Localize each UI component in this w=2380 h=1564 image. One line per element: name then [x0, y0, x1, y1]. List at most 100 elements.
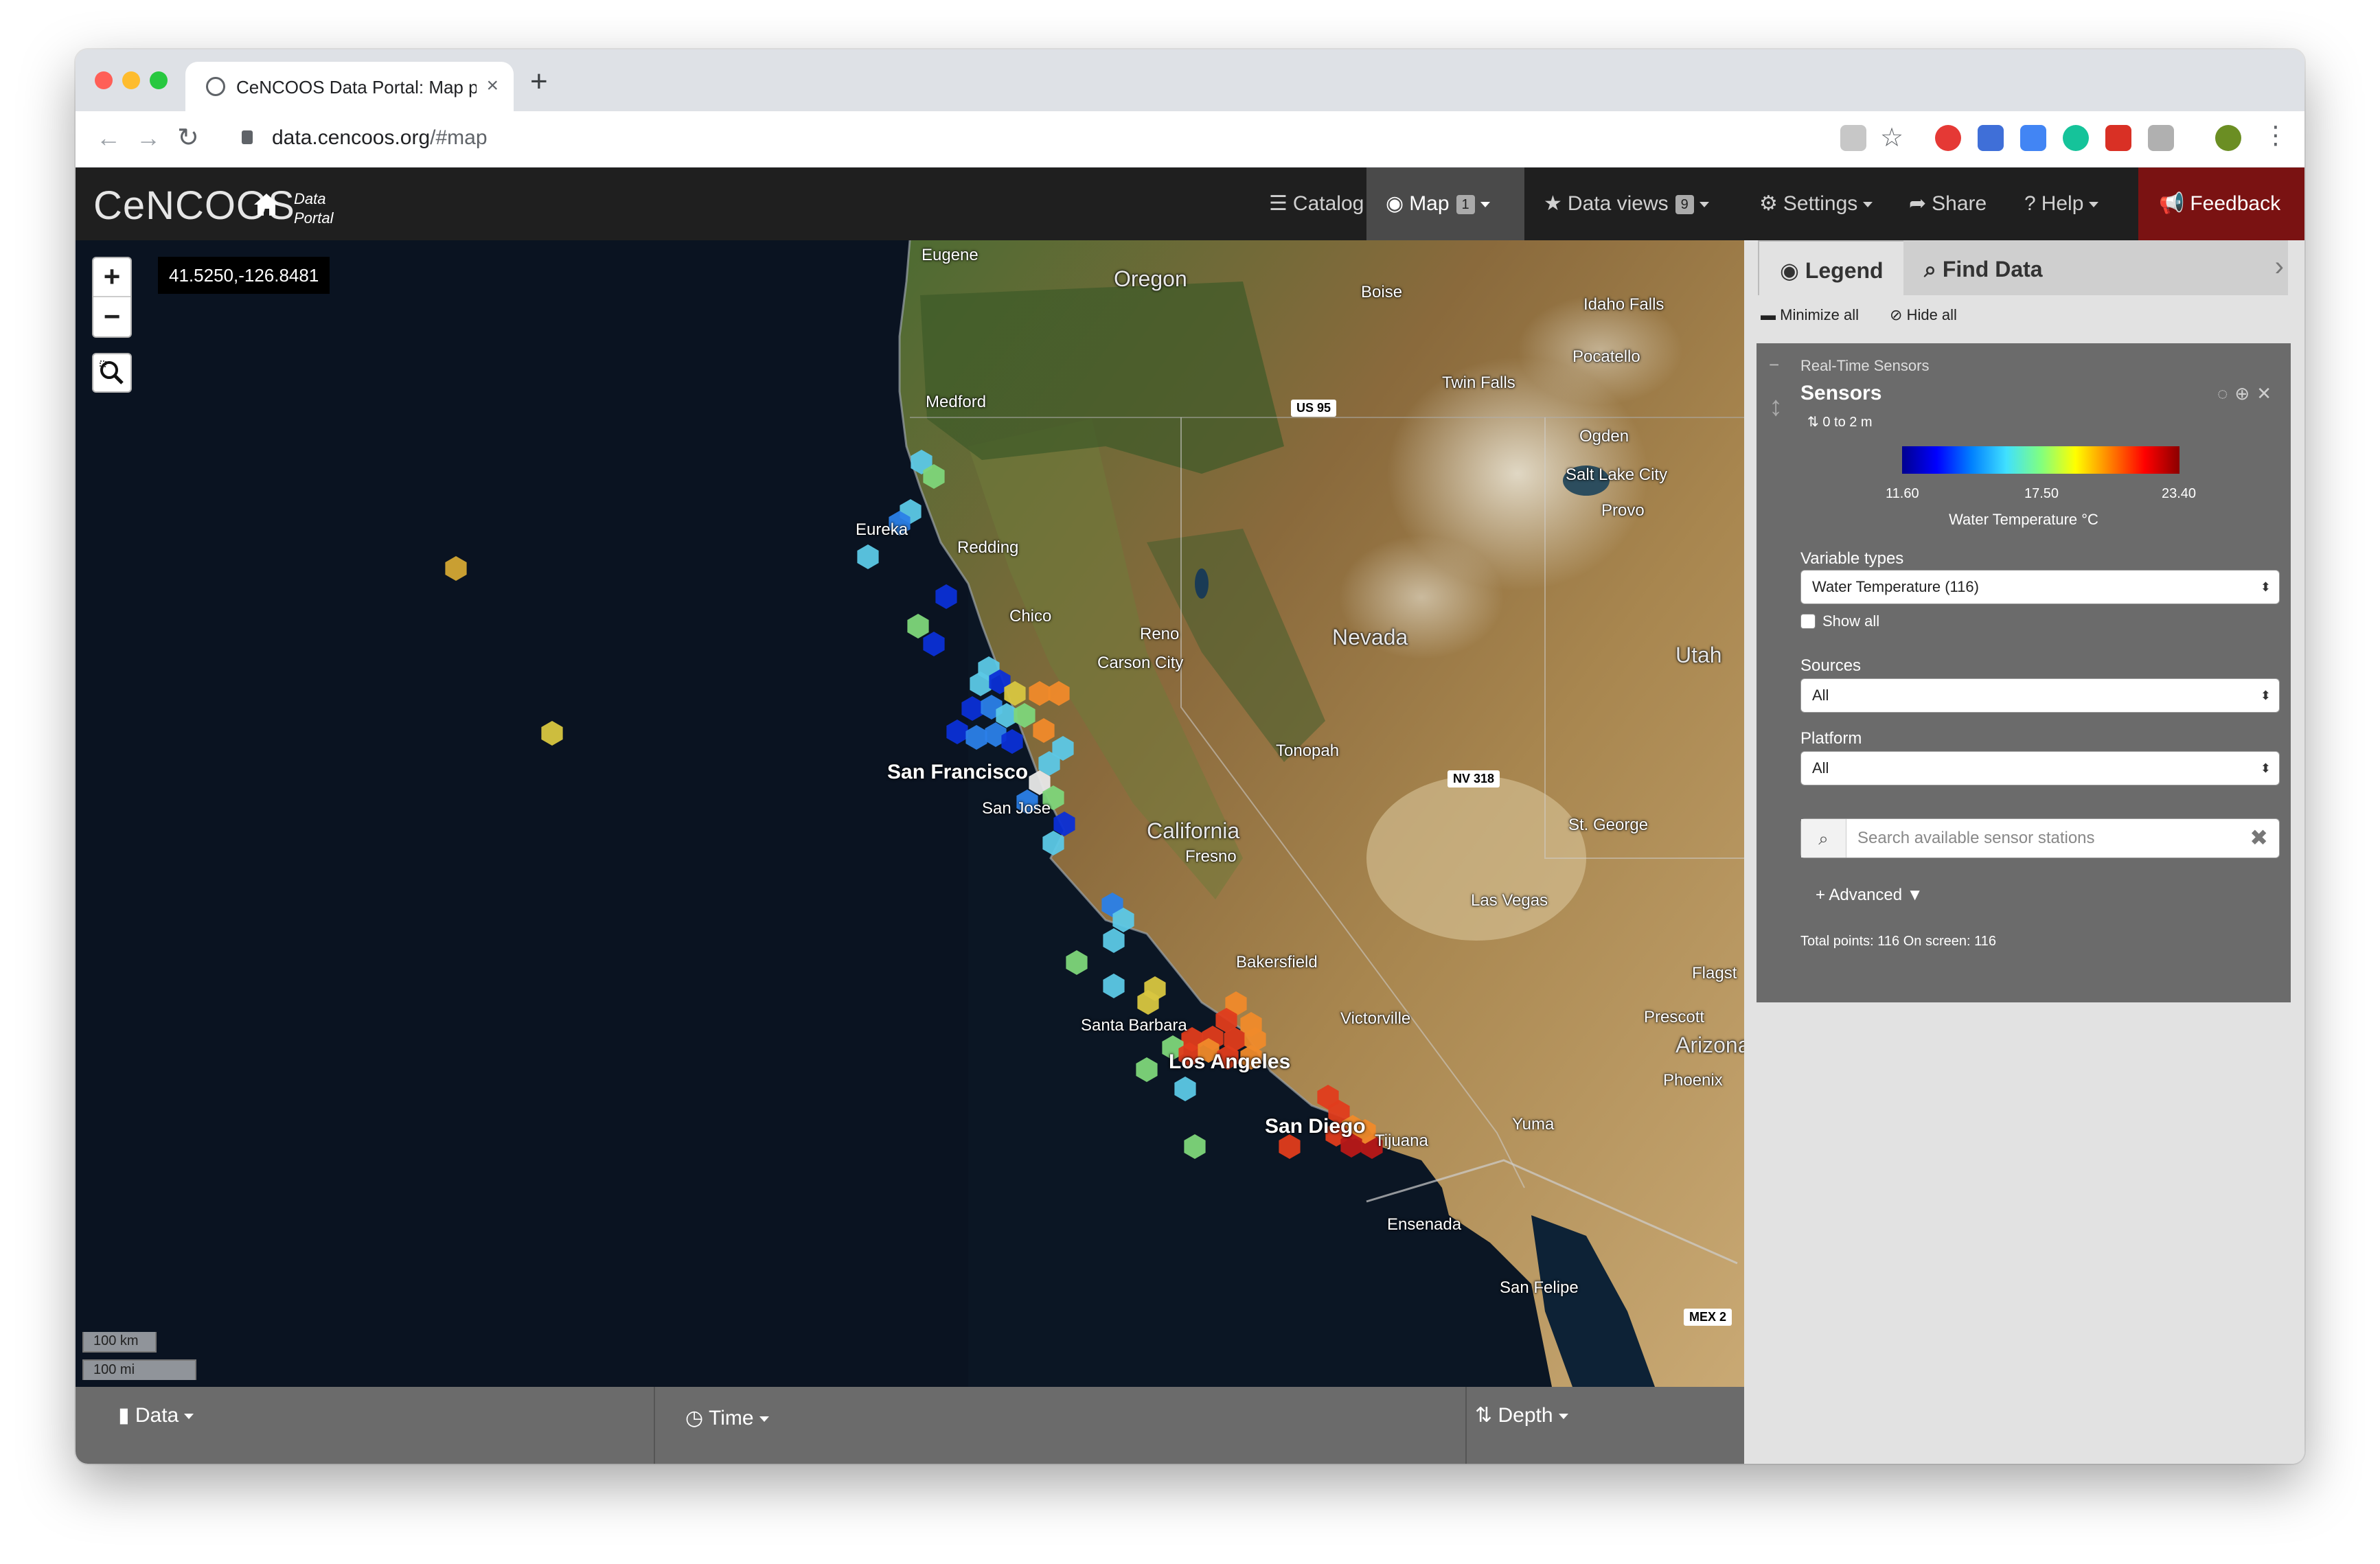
kebab-menu-icon[interactable]: ⋮	[2263, 121, 2288, 150]
map-label-fresno: Fresno	[1185, 847, 1237, 866]
sensor-hexagon[interactable]	[923, 632, 945, 656]
sensor-hexagon[interactable]	[1053, 812, 1075, 836]
extension-opera-icon[interactable]	[1935, 125, 1961, 151]
scale-bar-mi: 100 mi	[82, 1359, 196, 1380]
reload-icon[interactable]: ↻	[177, 122, 199, 153]
extension-google-translate-icon[interactable]	[2020, 125, 2046, 151]
hide-all-button[interactable]: ⊘ Hide all	[1890, 306, 1957, 324]
data-dropdown-label: Data	[135, 1404, 179, 1427]
sensor-hexagon[interactable]	[857, 544, 879, 569]
nav-catalog[interactable]: ☰ Catalog	[1257, 168, 1376, 240]
minimize-all-button[interactable]: ▬ Minimize all	[1761, 306, 1859, 324]
sensor-hexagon[interactable]	[1066, 950, 1088, 975]
nav-share[interactable]: ➦ Share	[1897, 168, 1999, 240]
clear-icon[interactable]: ✖	[2250, 825, 2268, 851]
bookmark-star-icon[interactable]: ☆	[1880, 122, 1903, 153]
nav-settings-label: Settings	[1783, 192, 1858, 215]
lock-icon[interactable]	[242, 130, 253, 144]
minimize-all-label: Minimize all	[1780, 306, 1860, 323]
maximize-window-button[interactable]	[150, 71, 168, 89]
platform-select[interactable]: All ⬍	[1800, 751, 2280, 785]
zoom-to-layer-icon[interactable]: ⊕	[2234, 383, 2256, 404]
remove-layer-icon[interactable]: ✕	[2256, 383, 2278, 404]
extension-translate-icon[interactable]	[1840, 125, 1866, 151]
zoom-out-button[interactable]: −	[93, 298, 130, 337]
map-label-california: California	[1147, 818, 1240, 843]
depth-selector[interactable]: ⇅ Depth	[1467, 1387, 1744, 1464]
sensor-hexagon[interactable]	[541, 721, 563, 746]
data-selector[interactable]: ▮ Data	[76, 1387, 655, 1464]
sensor-hexagon[interactable]	[1103, 974, 1125, 998]
nav-data-views[interactable]: ★ Data views 9	[1531, 168, 1721, 240]
sensor-hexagon[interactable]	[1033, 718, 1055, 743]
nav-help[interactable]: ? Help	[2012, 168, 2111, 240]
data-views-count-badge: 9	[1675, 195, 1694, 215]
sensor-search-input[interactable]	[1857, 819, 2242, 858]
feedback-button[interactable]: 📢 Feedback	[2138, 168, 2304, 240]
temperature-colorbar	[1902, 446, 2179, 474]
extension-generic-icon[interactable]	[2148, 125, 2174, 151]
zoom-to-area-button[interactable]	[92, 353, 132, 393]
globe-icon	[206, 77, 225, 96]
browser-tab[interactable]: CeNCOOS Data Portal: Map po ×	[185, 62, 514, 111]
depth-range-text: 0 to 2 m	[1822, 415, 1873, 430]
nav-map[interactable]: ◉ Map 1	[1366, 168, 1524, 240]
new-tab-button[interactable]: +	[530, 65, 548, 99]
home-icon[interactable]	[253, 192, 280, 217]
url-field[interactable]: data.cencoos.org/#map	[272, 126, 488, 150]
extension-grammarly-icon[interactable]	[2063, 125, 2089, 151]
back-arrow-icon[interactable]: ←	[96, 124, 121, 152]
extension-lastpass-icon[interactable]	[2105, 125, 2131, 151]
sensor-hexagon[interactable]	[1184, 1134, 1206, 1159]
sensor-hexagon[interactable]	[965, 725, 987, 750]
legend-depth-range: ⇅ 0 to 2 m	[1807, 413, 1873, 430]
chevron-down-icon	[1699, 202, 1709, 208]
chevron-right-icon[interactable]: ›	[2275, 251, 2284, 282]
sensor-hexagon[interactable]	[1103, 928, 1125, 953]
sensor-hexagon-layer[interactable]	[76, 240, 1744, 1387]
depth-dropdown-label: Depth	[1498, 1404, 1553, 1427]
sensor-hexagon[interactable]	[445, 556, 467, 581]
sensor-hexagon[interactable]	[1048, 681, 1070, 706]
map-label-st-george: St. George	[1568, 816, 1649, 834]
search-icon[interactable]: ⌕	[1801, 819, 1846, 858]
star-icon: ★	[1544, 192, 1562, 215]
map-canvas[interactable]: Eugene Oregon Boise Idaho Falls Pocatell…	[76, 240, 1744, 1387]
map-count-badge: 1	[1456, 195, 1475, 215]
sensor-hexagon[interactable]	[961, 696, 983, 721]
drag-handle-icon[interactable]: ↕	[1769, 391, 1783, 422]
show-all-checkbox[interactable]	[1800, 614, 1816, 629]
tab-legend[interactable]: ◉ Legend	[1758, 240, 1906, 295]
sensor-hexagon[interactable]	[1029, 681, 1051, 706]
minimize-window-button[interactable]	[122, 71, 140, 89]
collapse-icon[interactable]: −	[1769, 354, 1779, 376]
nav-settings[interactable]: ⚙ Settings	[1747, 168, 1885, 240]
zoom-in-button[interactable]: +	[93, 258, 130, 297]
sources-select[interactable]: All ⬍	[1800, 678, 2280, 713]
sensor-hexagon[interactable]	[1136, 1057, 1158, 1082]
hide-layer-icon[interactable]: ◌	[2217, 383, 2234, 404]
close-window-button[interactable]	[95, 71, 113, 89]
depth-dropdown[interactable]: ⇅ Depth	[1475, 1403, 1568, 1427]
sensor-hexagon[interactable]	[946, 720, 968, 744]
highway-shield-mex2: MEX 2	[1684, 1309, 1732, 1326]
variable-types-select[interactable]: Water Temperature (116) ⬍	[1800, 570, 2280, 604]
extension-cap-icon[interactable]	[1978, 125, 2004, 151]
sensor-hexagon[interactable]	[935, 584, 957, 609]
url-path: /#map	[430, 126, 488, 149]
tab-close-icon[interactable]: ×	[486, 74, 499, 97]
tab-find-data[interactable]: ⌕ Find Data	[1903, 240, 2288, 295]
sensor-hexagon[interactable]	[1014, 703, 1035, 728]
time-dropdown[interactable]: ◷ Time	[685, 1406, 769, 1430]
data-dropdown[interactable]: ▮ Data	[118, 1403, 194, 1427]
sensor-hexagon[interactable]	[907, 614, 929, 639]
advanced-filter-button[interactable]: + Advanced ▼	[1816, 886, 1923, 905]
time-selector[interactable]: ◷ Time	[655, 1387, 1467, 1464]
sensor-hexagon[interactable]	[1174, 1077, 1196, 1101]
tab-find-data-label: Find Data	[1942, 257, 2043, 281]
sensor-hexagon[interactable]	[1042, 831, 1064, 855]
forward-arrow-icon[interactable]: →	[136, 124, 161, 152]
map-label-tonopah: Tonopah	[1276, 741, 1340, 760]
tab-legend-label: Legend	[1805, 258, 1884, 283]
profile-avatar[interactable]	[2215, 125, 2241, 151]
